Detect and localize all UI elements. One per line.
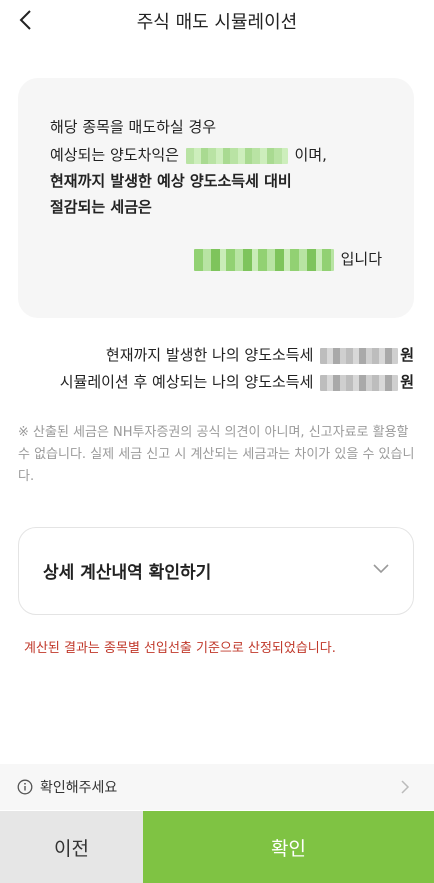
result-line-4: 절감되는 세금은 (50, 198, 152, 216)
result-line-2-prefix: 예상되는 양도차익은 (50, 146, 179, 164)
disclaimer-notice: ※ 산출된 세금은 NH투자증권의 공식 의견이 아니며, 신고자료로 활용할 … (18, 425, 415, 484)
amount-suffix: 입니다 (340, 250, 382, 268)
previous-button[interactable]: 이전 (0, 811, 143, 883)
masked-capital-gain (185, 147, 288, 164)
current-tax-row: 현재까지 발생한 나의 양도소득세 원 (106, 344, 414, 365)
info-icon (17, 779, 33, 795)
confirm-notice-bar[interactable]: 확인해주세요 (0, 764, 434, 810)
current-tax-label: 현재까지 발생한 나의 양도소득세 (105, 346, 314, 364)
currency-unit: 원 (400, 346, 414, 364)
details-accordion-title: 상세 계산내역 확인하기 (43, 563, 212, 583)
masked-current-tax (320, 347, 399, 364)
currency-unit: 원 (400, 373, 414, 391)
chevron-right-icon (401, 780, 410, 794)
confirm-notice-label: 확인해주세요 (40, 780, 118, 796)
result-card: 해당 종목을 매도하실 경우 예상되는 양도차익은 이며, 현재까지 발생한 예… (18, 78, 414, 318)
result-line-3: 현재까지 발생한 예상 양도소득세 대비 (50, 172, 292, 190)
chevron-down-icon (373, 564, 389, 574)
confirm-button[interactable]: 확인 (143, 811, 434, 883)
result-line-2: 예상되는 양도차익은 이며, (50, 144, 327, 165)
page-title: 주식 매도 시뮬레이션 (136, 12, 298, 33)
header: 주식 매도 시뮬레이션 (0, 0, 434, 44)
result-line-2-suffix: 이며, (294, 146, 327, 164)
simulated-tax-label: 시뮬레이션 후 예상되는 나의 양도소득세 (59, 373, 314, 391)
saved-tax-amount-line: 입니다 (192, 248, 382, 271)
stock-sell-simulation-screen: 주식 매도 시뮬레이션 해당 종목을 매도하실 경우 예상되는 양도차익은 이며… (0, 0, 434, 883)
calculation-note: 계산된 결과는 종목별 선입선출 기준으로 산정되었습니다. (24, 641, 336, 656)
result-line-1: 해당 종목을 매도하실 경우 (50, 118, 217, 136)
masked-simulated-tax (320, 374, 399, 391)
details-accordion[interactable]: 상세 계산내역 확인하기 (18, 527, 414, 615)
masked-saved-tax (193, 248, 334, 271)
simulated-tax-row: 시뮬레이션 후 예상되는 나의 양도소득세 원 (60, 371, 414, 392)
